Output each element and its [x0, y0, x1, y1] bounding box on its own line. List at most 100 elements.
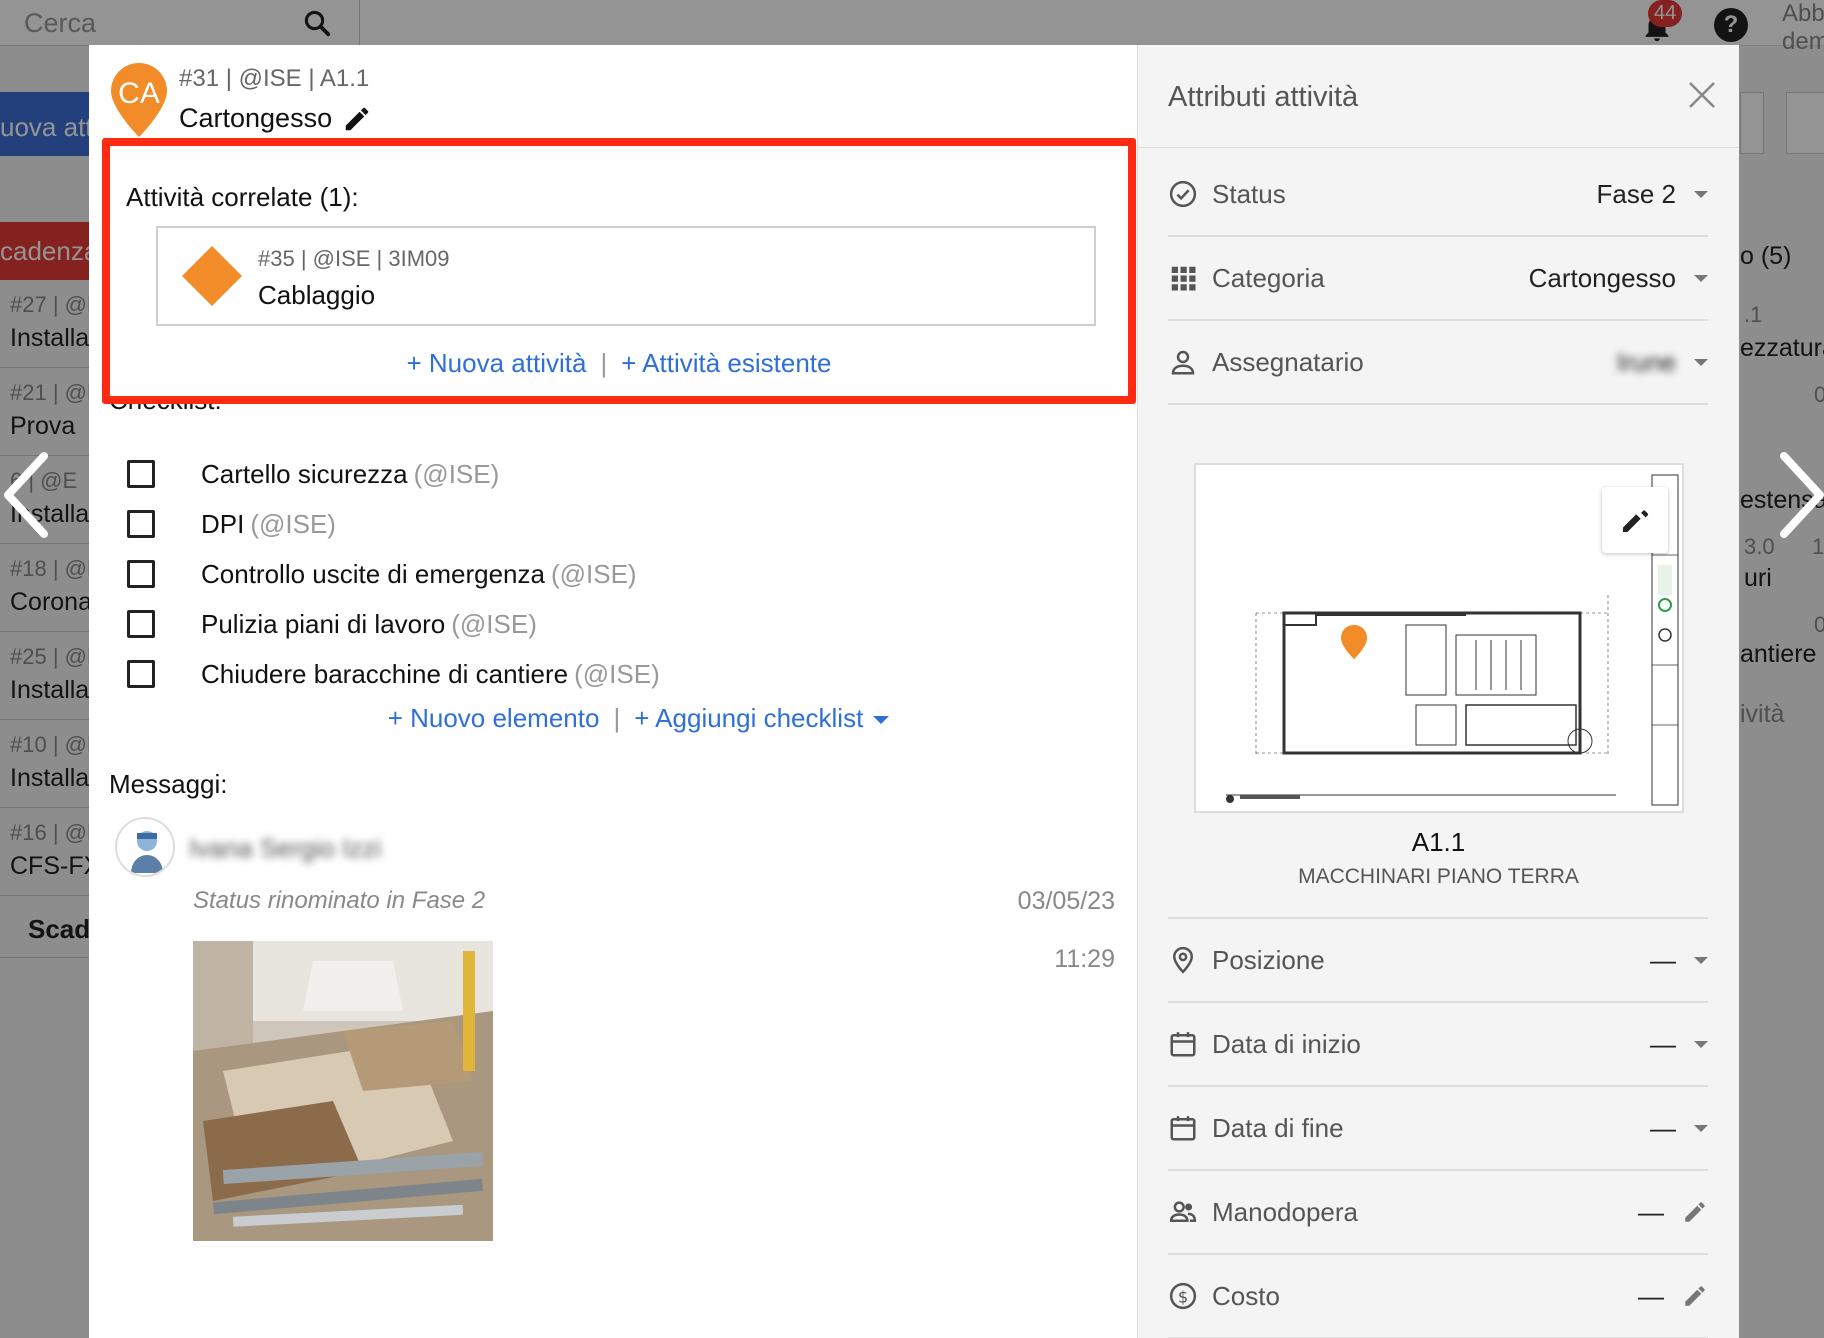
related-activities-highlight: Attività correlate (1): #35 | @ISE | 3IM… — [102, 138, 1136, 404]
labor-value: — — [1638, 1196, 1664, 1227]
chevron-down-icon — [1694, 274, 1708, 282]
checklist-item-label: DPI — [201, 508, 245, 539]
cost-label: Costo — [1212, 1280, 1280, 1311]
position-label: Posizione — [1212, 944, 1325, 975]
checklist-item-label: Cartello sicurezza — [201, 458, 408, 489]
chevron-down-icon — [1694, 956, 1708, 964]
message-author: Ivana Sergio Izzi — [189, 833, 382, 863]
start-date-label: Data di inizio — [1212, 1028, 1361, 1059]
people-icon — [1169, 1201, 1197, 1222]
checklist-item: Chiudere baracchine di cantiere (@ISE) — [127, 649, 660, 699]
checkbox[interactable] — [127, 460, 155, 488]
related-activity-title: Cablaggio — [258, 280, 376, 310]
end-date-label: Data di fine — [1212, 1112, 1344, 1143]
category-value: Cartongesso — [1528, 262, 1676, 293]
close-icon[interactable] — [1686, 79, 1718, 111]
assignee-value: Irune — [1616, 346, 1676, 377]
user-avatar-icon — [131, 831, 163, 873]
task-title-text: Cartongesso — [179, 103, 333, 133]
start-date-value: — — [1650, 1028, 1676, 1059]
checklist-item-tag: (@ISE) — [250, 508, 336, 539]
person-icon — [1171, 350, 1195, 375]
checklist-item: DPI (@ISE) — [127, 499, 660, 549]
assignee-label: Assegnatario — [1212, 346, 1364, 377]
construction-photo — [193, 941, 493, 1241]
checklist-item-tag: (@ISE) — [550, 558, 637, 589]
message-text: Status rinominato in Fase 2 — [193, 887, 486, 914]
activity-main-panel: CA #31 | @ISE | A1.1 Cartongesso Attivit… — [89, 45, 1138, 1338]
checkbox[interactable] — [127, 560, 155, 588]
related-activity-meta: #35 | @ISE | 3IM09 — [258, 246, 450, 271]
dollar-circle-icon: $ — [1169, 1282, 1197, 1310]
plan-name: MACCHINARI PIANO TERRA — [1298, 865, 1579, 888]
checklist-item-label: Pulizia piani di lavoro — [201, 608, 446, 639]
add-checklist-dropdown[interactable]: + Aggiungi checklist — [634, 703, 890, 733]
checkbox[interactable] — [127, 660, 155, 688]
task-meta: #31 | @ISE | A1.1 — [179, 65, 370, 92]
separator: | — [600, 348, 608, 378]
category-label: Categoria — [1212, 262, 1325, 293]
plan-code: A1.1 — [1411, 827, 1466, 857]
cost-value: — — [1638, 1280, 1664, 1311]
status-label: Status — [1212, 178, 1286, 209]
message-date: 03/05/23 — [1017, 887, 1115, 915]
message-photo[interactable] — [193, 941, 493, 1241]
task-title: Cartongesso — [179, 103, 372, 134]
end-date-field[interactable]: Data di fine — — [1168, 1087, 1708, 1171]
checklist-item-tag: (@ISE) — [451, 608, 537, 639]
divider — [1138, 147, 1739, 148]
related-activity-card[interactable]: #35 | @ISE | 3IM09 Cablaggio — [156, 226, 1096, 326]
caret-down-icon — [873, 716, 890, 725]
checklist-item-tag: (@ISE) — [413, 458, 500, 489]
messages-heading: Messaggi: — [109, 769, 228, 799]
grid-icon — [1171, 266, 1196, 291]
related-actions: + Nuova attività | + Attività esistente — [110, 348, 1128, 379]
location-pin-icon — [1172, 946, 1194, 974]
checklist-item: Controllo uscite di emergenza (@ISE) — [127, 549, 660, 599]
next-arrow-icon[interactable] — [1776, 450, 1824, 540]
attributes-panel: Attributi attività Status Fase 2 Categor… — [1138, 45, 1739, 1338]
cost-field[interactable]: $ Costo — — [1168, 1255, 1708, 1338]
checklist-item: Cartello sicurezza (@ISE) — [127, 449, 660, 499]
chevron-down-icon — [1694, 358, 1708, 366]
activity-diamond-icon — [182, 246, 242, 306]
checklist-item: Pulizia piani di lavoro (@ISE) — [127, 599, 660, 649]
checklist-actions: + Nuovo elemento | + Aggiungi checklist — [89, 703, 1138, 734]
checkbox[interactable] — [127, 610, 155, 638]
chevron-down-icon — [1694, 190, 1708, 198]
previous-arrow-icon[interactable] — [0, 450, 52, 540]
existing-activity-link[interactable]: + Attività esistente — [621, 348, 831, 378]
message-time: 11:29 — [1054, 945, 1115, 973]
edit-plan-button[interactable] — [1602, 487, 1668, 553]
attributes-title: Attributi attività — [1168, 81, 1359, 113]
check-circle-icon — [1169, 180, 1197, 208]
category-field[interactable]: Categoria Cartongesso — [1168, 237, 1708, 321]
checklist-item-tag: (@ISE) — [574, 658, 660, 689]
checklist: Cartello sicurezza (@ISE) DPI (@ISE) Contr… — [127, 449, 660, 699]
edit-pencil-icon[interactable] — [1682, 1199, 1708, 1225]
position-field[interactable]: Posizione — — [1168, 919, 1708, 1003]
checklist-item-label: Chiudere baracchine di cantiere — [201, 658, 569, 689]
start-date-field[interactable]: Data di inizio — — [1168, 1003, 1708, 1087]
end-date-value: — — [1650, 1112, 1676, 1143]
chevron-down-icon — [1694, 1040, 1708, 1048]
labor-label: Manodopera — [1212, 1196, 1358, 1227]
checkbox[interactable] — [127, 510, 155, 538]
add-checklist-label: + Aggiungi checklist — [634, 703, 864, 733]
edit-pencil-icon[interactable] — [342, 104, 372, 134]
calendar-icon — [1170, 1116, 1196, 1141]
position-value: — — [1650, 944, 1676, 975]
new-activity-link[interactable]: + Nuova attività — [407, 348, 587, 378]
assignee-field[interactable]: Assegnatario Irune — [1168, 321, 1708, 405]
floor-plan-thumbnail[interactable] — [1194, 463, 1684, 813]
checklist-item-label: Controllo uscite di emergenza — [201, 558, 545, 589]
labor-field[interactable]: Manodopera — — [1168, 1171, 1708, 1255]
new-element-link[interactable]: + Nuovo elemento — [388, 703, 600, 733]
separator: | — [613, 703, 621, 733]
svg-text:$: $ — [1178, 1287, 1188, 1306]
edit-pencil-icon[interactable] — [1682, 1283, 1708, 1309]
status-field[interactable]: Status Fase 2 — [1168, 153, 1708, 237]
edit-pencil-icon — [1623, 510, 1649, 532]
chevron-down-icon — [1694, 1124, 1708, 1132]
status-value: Fase 2 — [1596, 178, 1677, 209]
